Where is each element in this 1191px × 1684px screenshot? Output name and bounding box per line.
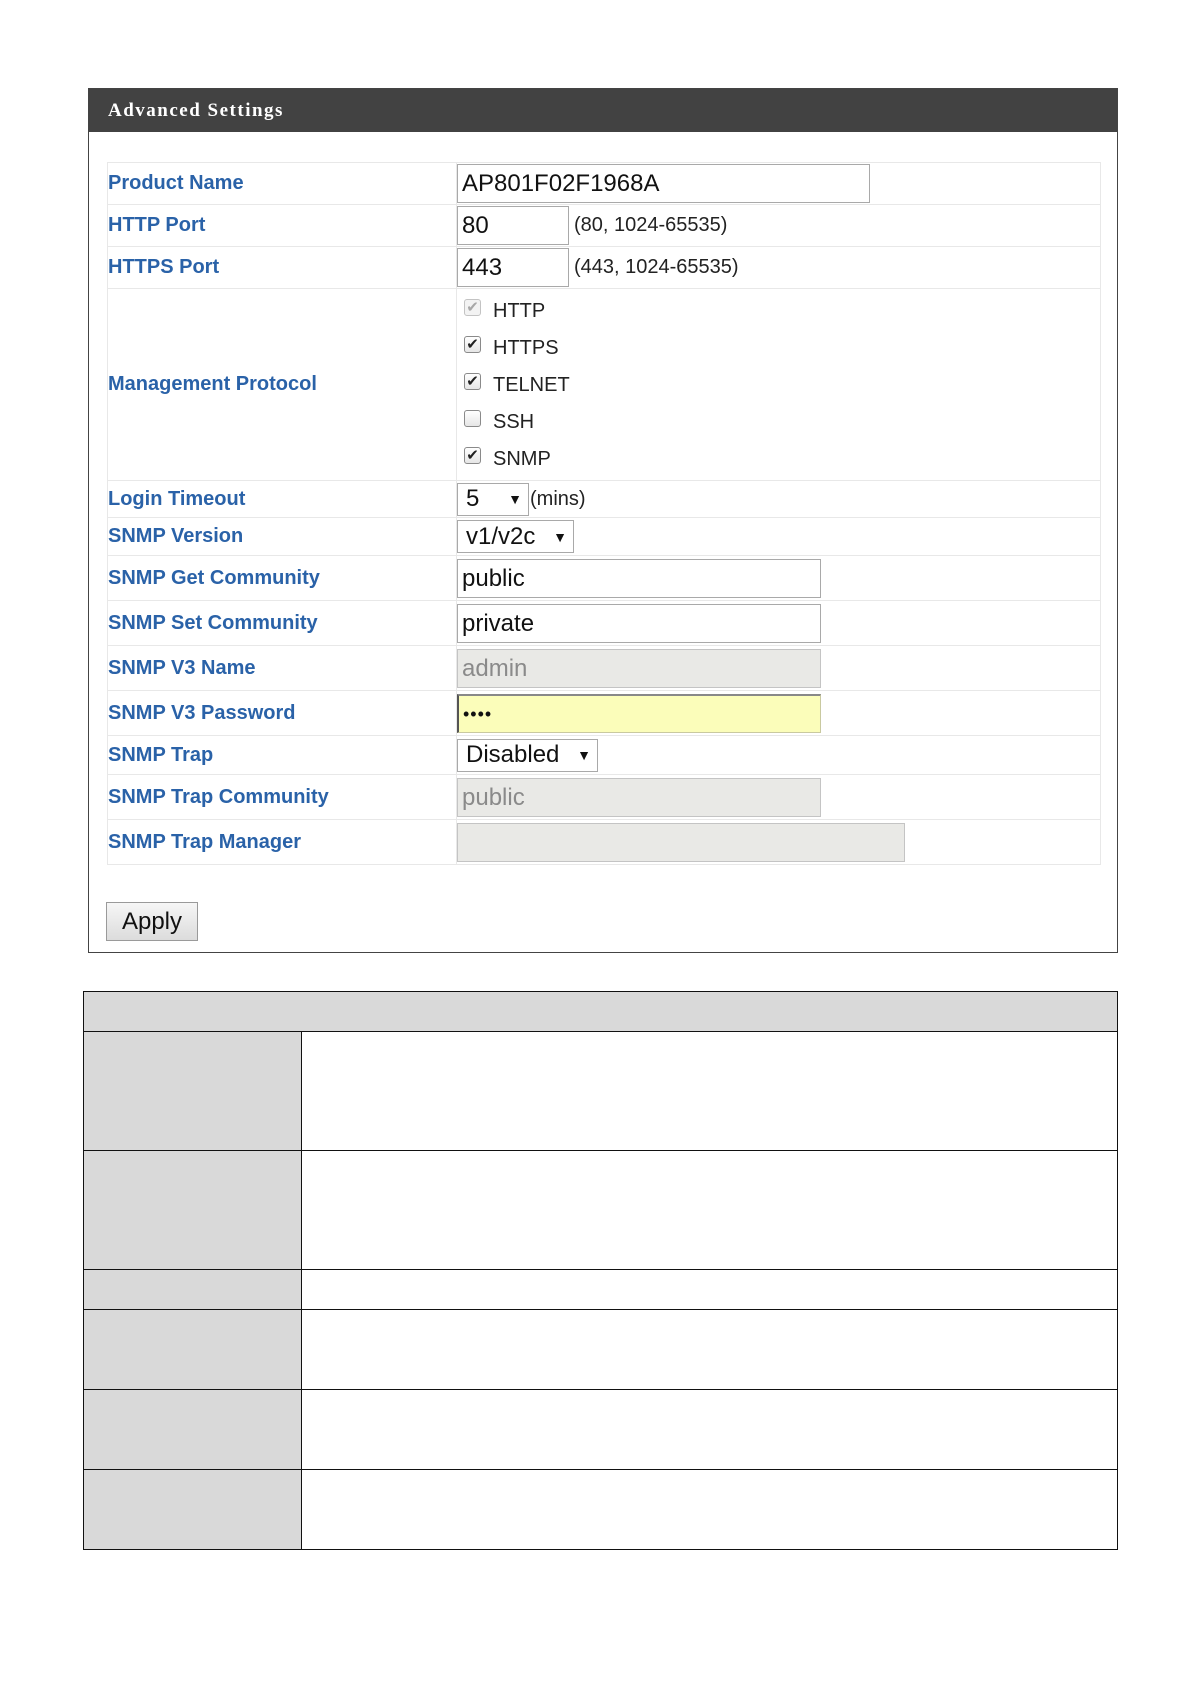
https-port-input[interactable]: 443	[457, 248, 569, 287]
telnet-checkbox[interactable]: ✔	[464, 373, 481, 390]
protocol-option-telnet: ✔ TELNET	[457, 367, 1100, 404]
snmp-checkbox-label: SNMP	[493, 448, 551, 470]
snmp-trap-value: Disabled	[466, 741, 560, 768]
description-row	[83, 1150, 1118, 1270]
ssh-checkbox[interactable]	[464, 410, 481, 427]
snmp-version-select[interactable]: v1/v2c ▼	[457, 520, 574, 553]
protocol-option-http: ✔ HTTP	[457, 293, 1100, 330]
description-table	[83, 991, 1118, 1550]
http-port-input[interactable]: 80	[457, 206, 569, 245]
ssh-checkbox-label: SSH	[493, 411, 535, 433]
triangle-down-icon: ▼	[508, 491, 522, 507]
http-port-hint: (80, 1024-65535)	[574, 214, 728, 236]
description-row	[83, 1031, 1118, 1151]
snmp-checkbox[interactable]: ✔	[464, 447, 481, 464]
snmp-trap-manager-label: SNMP Trap Manager	[107, 819, 457, 865]
row-login-timeout: Login Timeout 5 ▼ (mins)	[107, 480, 1101, 518]
http-checkbox[interactable]: ✔	[464, 299, 481, 316]
triangle-down-icon: ▼	[553, 528, 567, 545]
check-icon: ✔	[466, 373, 479, 390]
row-product-name: Product Name AP801F02F1968A	[107, 162, 1101, 205]
row-snmp-trap-community: SNMP Trap Community public	[107, 774, 1101, 820]
row-snmp-v3-password: SNMP V3 Password ••••	[107, 690, 1101, 736]
snmp-trap-community-input: public	[457, 777, 821, 817]
snmp-v3-password-label: SNMP V3 Password	[107, 690, 457, 736]
description-header	[83, 991, 1118, 1032]
login-timeout-unit: (mins)	[530, 487, 586, 510]
apply-button[interactable]: Apply	[106, 902, 198, 941]
description-row	[83, 1269, 1118, 1310]
row-snmp-set-community: SNMP Set Community private	[107, 600, 1101, 646]
description-header-row	[83, 991, 1118, 1032]
description-row	[83, 1309, 1118, 1390]
snmp-get-community-label: SNMP Get Community	[107, 555, 457, 601]
product-name-input[interactable]: AP801F02F1968A	[457, 164, 870, 203]
check-icon: ✔	[466, 447, 479, 464]
row-snmp-get-community: SNMP Get Community public	[107, 555, 1101, 601]
http-checkbox-label: HTTP	[493, 300, 546, 322]
https-port-hint: (443, 1024-65535)	[574, 256, 739, 278]
description-value	[301, 1031, 1118, 1151]
protocol-option-https: ✔ HTTPS	[457, 330, 1100, 367]
snmp-v3-name-input: admin	[457, 648, 821, 688]
row-snmp-version: SNMP Version v1/v2c ▼	[107, 517, 1101, 556]
description-value	[301, 1469, 1118, 1550]
login-timeout-label: Login Timeout	[107, 480, 457, 518]
management-protocol-label: Management Protocol	[107, 288, 457, 481]
panel-title: Advanced Settings	[89, 89, 1117, 132]
snmp-v3-password-input[interactable]: ••••	[457, 693, 821, 733]
snmp-trap-community-label: SNMP Trap Community	[107, 774, 457, 820]
description-key	[83, 1469, 302, 1550]
protocol-option-ssh: SSH	[457, 404, 1100, 441]
description-key	[83, 1389, 302, 1470]
https-port-label: HTTPS Port	[107, 246, 457, 289]
description-row	[83, 1389, 1118, 1470]
description-value	[301, 1309, 1118, 1390]
product-name-label: Product Name	[107, 162, 457, 205]
https-checkbox-label: HTTPS	[493, 337, 559, 359]
login-timeout-value: 5	[466, 485, 480, 512]
snmp-trap-select[interactable]: Disabled ▼	[457, 738, 598, 772]
description-value	[301, 1269, 1118, 1310]
snmp-trap-label: SNMP Trap	[107, 735, 457, 775]
telnet-checkbox-label: TELNET	[493, 374, 570, 396]
description-value	[301, 1150, 1118, 1270]
snmp-set-community-label: SNMP Set Community	[107, 600, 457, 646]
row-management-protocol: Management Protocol ✔ HTTP ✔ HTTPS ✔ TEL…	[107, 288, 1101, 481]
login-timeout-select[interactable]: 5 ▼	[457, 482, 529, 516]
http-port-label: HTTP Port	[107, 204, 457, 247]
description-key	[83, 1269, 302, 1310]
row-snmp-v3-name: SNMP V3 Name admin	[107, 645, 1101, 691]
row-http-port: HTTP Port 80 (80, 1024-65535)	[107, 204, 1101, 247]
snmp-version-label: SNMP Version	[107, 517, 457, 556]
description-row	[83, 1469, 1118, 1550]
protocol-option-snmp: ✔ SNMP	[457, 441, 1100, 478]
description-key	[83, 1031, 302, 1151]
description-key	[83, 1150, 302, 1270]
description-value	[301, 1389, 1118, 1470]
row-snmp-trap: SNMP Trap Disabled ▼	[107, 735, 1101, 775]
check-icon: ✔	[466, 336, 479, 353]
snmp-set-community-input[interactable]: private	[457, 603, 821, 643]
triangle-down-icon: ▼	[577, 747, 591, 763]
snmp-trap-manager-input	[457, 822, 905, 862]
check-icon: ✔	[466, 299, 479, 316]
row-https-port: HTTPS Port 443 (443, 1024-65535)	[107, 246, 1101, 289]
snmp-version-value: v1/v2c	[466, 522, 536, 550]
advanced-settings-panel: Advanced Settings Product Name AP801F02F…	[88, 88, 1118, 953]
description-key	[83, 1309, 302, 1390]
snmp-get-community-input[interactable]: public	[457, 558, 821, 598]
https-checkbox[interactable]: ✔	[464, 336, 481, 353]
row-snmp-trap-manager: SNMP Trap Manager	[107, 819, 1101, 865]
settings-table: Product Name AP801F02F1968A HTTP Port 80…	[107, 162, 1101, 865]
snmp-v3-name-label: SNMP V3 Name	[107, 645, 457, 691]
